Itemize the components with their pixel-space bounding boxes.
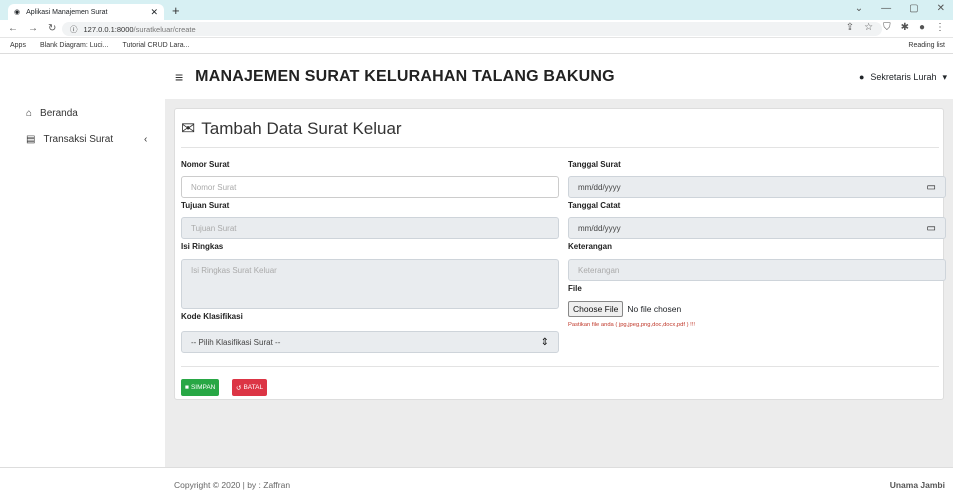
- url-path: /suratkeluar/create: [133, 24, 196, 34]
- bookmark-lucid[interactable]: Blank Diagram: Luci...: [40, 42, 108, 49]
- reading-list[interactable]: Reading list: [908, 42, 945, 49]
- nav-buttons: ← → ↻: [8, 23, 56, 34]
- card-title: ✉ Tambah Data Surat Keluar: [181, 119, 402, 139]
- footer-org: Unama Jambi: [889, 480, 945, 490]
- info-icon: ⓘ: [70, 24, 78, 34]
- profile-icon[interactable]: ●: [919, 22, 925, 33]
- sidebar-item-transaksi[interactable]: ▤ Transaksi Surat ‹: [26, 134, 147, 145]
- window-controls: ⌄ — ▢ ✕: [855, 3, 945, 14]
- url-bar[interactable]: ⓘ 127.0.0.1:8000/suratkeluar/create: [62, 22, 882, 36]
- star-icon[interactable]: ☆: [864, 22, 873, 33]
- floppy-icon: ■: [185, 384, 189, 391]
- footer: Copyright © 2020 | by : Zaffran Unama Ja…: [0, 467, 953, 492]
- tujuan-input[interactable]: Tujuan Surat: [181, 217, 559, 239]
- dropdown-icon[interactable]: ⌄: [855, 3, 863, 14]
- user-menu[interactable]: ● Sekretaris Lurah ▾: [859, 72, 947, 83]
- user-name: Sekretaris Lurah: [870, 72, 937, 82]
- tanggal-catat-value: mm/dd/yyyy: [578, 223, 621, 233]
- browser-tab-strip: ◉ Aplikasi Manajemen Surat ✕ + ⌄ — ▢ ✕: [0, 0, 953, 20]
- cancel-button[interactable]: ↺ BATAL: [232, 379, 268, 396]
- hamburger-icon[interactable]: ≡: [175, 69, 183, 85]
- file-label: File: [568, 284, 582, 293]
- minimize-icon[interactable]: —: [881, 3, 891, 14]
- home-icon: ⌂: [26, 108, 33, 119]
- file-status: No file chosen: [627, 304, 682, 314]
- tab-title: Aplikasi Manajemen Surat: [26, 8, 108, 16]
- cancel-label: BATAL: [243, 384, 264, 391]
- file-input[interactable]: Choose File No file chosen: [568, 301, 681, 317]
- save-button[interactable]: ■ SIMPAN: [181, 379, 220, 396]
- sidebar-item-label: Beranda: [40, 108, 78, 119]
- sidebar-item-beranda[interactable]: ⌂ Beranda: [26, 108, 78, 119]
- share-icon[interactable]: ⇪: [846, 22, 854, 33]
- tanggal-surat-label: Tanggal Surat: [568, 160, 621, 169]
- page-title: MANAJEMEN SURAT KELURAHAN TALANG BAKUNG: [195, 68, 615, 85]
- isi-textarea[interactable]: Isi Ringkas Surat Keluar: [181, 259, 559, 309]
- caret-down-icon: ▾: [942, 71, 947, 82]
- calendar-icon[interactable]: ▭: [927, 182, 936, 193]
- sidebar: ⌂ Beranda ▤ Transaksi Surat ‹: [0, 55, 165, 467]
- shield-icon[interactable]: ⛉: [883, 22, 891, 33]
- keterangan-input[interactable]: Keterangan: [568, 259, 946, 281]
- tanggal-surat-value: mm/dd/yyyy: [578, 182, 621, 192]
- puzzle-icon[interactable]: ✱: [901, 22, 909, 33]
- file-hint: Pastikan file anda ( jpg,jpeg,png,doc,do…: [568, 322, 695, 328]
- sidebar-item-label: Transaksi Surat: [43, 134, 114, 145]
- menu-icon[interactable]: ⋮: [935, 22, 945, 33]
- select-arrows-icon: ⇕: [540, 336, 549, 348]
- keterangan-label: Keterangan: [568, 242, 613, 251]
- bookmark-tutorial[interactable]: Tutorial CRUD Lara...: [122, 42, 189, 49]
- back-icon[interactable]: ←: [8, 23, 18, 34]
- isi-label: Isi Ringkas: [181, 242, 224, 251]
- address-bar-row: ← → ↻ ⓘ 127.0.0.1:8000/suratkeluar/creat…: [0, 20, 953, 38]
- globe-icon: ◉: [14, 9, 21, 16]
- new-tab-icon[interactable]: +: [172, 3, 180, 18]
- tujuan-label: Tujuan Surat: [181, 201, 230, 210]
- nomor-input[interactable]: Nomor Surat: [181, 176, 559, 198]
- topbar: ≡ MANAJEMEN SURAT KELURAHAN TALANG BAKUN…: [165, 55, 953, 99]
- kode-label: Kode Klasifikasi: [181, 312, 243, 321]
- form-title: Tambah Data Surat Keluar: [201, 119, 402, 138]
- url-host: 127.0.0.1:8000: [83, 24, 134, 34]
- bookmark-apps[interactable]: Apps: [10, 42, 26, 49]
- chevron-left-icon: ‹: [144, 134, 148, 145]
- envelope-icon: ✉: [181, 119, 196, 138]
- reload-icon[interactable]: ↻: [48, 23, 56, 34]
- tanggal-surat-input[interactable]: mm/dd/yyyy ▭: [568, 176, 946, 198]
- user-icon: ●: [858, 72, 865, 82]
- nomor-label: Nomor Surat: [181, 160, 230, 169]
- tanggal-catat-input[interactable]: mm/dd/yyyy ▭: [568, 217, 946, 239]
- kode-selected: -- Pilih Klasifikasi Surat --: [191, 337, 281, 347]
- extension-icons: ⇪ ☆ ⛉ ✱ ● ⋮: [846, 22, 945, 33]
- browser-tab[interactable]: ◉ Aplikasi Manajemen Surat ✕: [8, 4, 164, 20]
- close-window-icon[interactable]: ✕: [937, 3, 945, 14]
- close-tab-icon[interactable]: ✕: [150, 7, 158, 18]
- kode-select[interactable]: -- Pilih Klasifikasi Surat -- ⇕: [181, 331, 559, 353]
- save-label: SIMPAN: [190, 384, 216, 391]
- divider: [181, 147, 939, 148]
- bookmarks-bar: Apps Blank Diagram: Luci... Tutorial CRU…: [0, 38, 953, 54]
- undo-icon: ↺: [236, 384, 242, 392]
- copyright: Copyright © 2020 | by : Zaffran: [174, 480, 291, 490]
- choose-file-button[interactable]: Choose File: [568, 301, 624, 317]
- forward-icon[interactable]: →: [28, 23, 38, 34]
- divider: [181, 366, 939, 367]
- money-icon: ▤: [26, 134, 36, 145]
- tanggal-catat-label: Tanggal Catat: [568, 201, 621, 210]
- form-card: ✉ Tambah Data Surat Keluar Nomor Surat N…: [174, 108, 946, 400]
- calendar-icon[interactable]: ▭: [927, 223, 936, 234]
- main-content: ✉ Tambah Data Surat Keluar Nomor Surat N…: [165, 99, 953, 467]
- app: ⌂ Beranda ▤ Transaksi Surat ‹ ≡ MANAJEME…: [0, 55, 953, 492]
- maximize-icon[interactable]: ▢: [909, 3, 918, 14]
